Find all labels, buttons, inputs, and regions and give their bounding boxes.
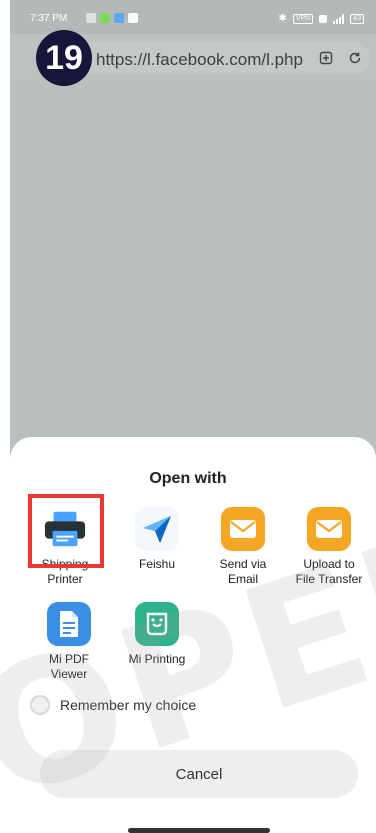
feishu-paper-plane-icon — [135, 507, 179, 551]
bookmark-add-icon[interactable] — [316, 48, 336, 68]
app-send-via-email[interactable]: Send via Email — [198, 507, 288, 587]
app-label-line: Viewer — [50, 667, 88, 681]
app-label: Upload to File Transfer — [284, 557, 374, 587]
app-label-line: File Transfer — [295, 572, 363, 586]
app-notification-icon — [128, 13, 138, 23]
status-bar: 7:37 PM ✱ VPN 43 — [10, 0, 376, 34]
notification-icons — [86, 13, 138, 23]
status-time: 7:37 PM — [30, 13, 68, 24]
app-label-line: Printer — [47, 572, 83, 586]
app-label-line: Send via — [219, 557, 267, 571]
remember-choice-radio[interactable] — [30, 695, 50, 715]
cancel-button[interactable]: Cancel — [40, 750, 358, 798]
app-label: Feishu — [112, 557, 202, 572]
app-feishu[interactable]: Feishu — [112, 507, 202, 572]
mi-printing-icon — [135, 602, 179, 646]
app-mi-printing[interactable]: Mi Printing — [112, 602, 202, 667]
selection-highlight-box — [28, 494, 104, 568]
app-label-line: Feishu — [138, 557, 176, 571]
bluetooth-icon: ✱ — [278, 13, 287, 24]
app-label-line: Mi PDF — [49, 652, 89, 666]
app-label-line: Upload to — [303, 557, 355, 571]
signal-icon — [333, 13, 345, 24]
reload-icon[interactable] — [345, 48, 365, 68]
fan-icon — [86, 13, 96, 23]
mail-envelope-icon — [221, 507, 265, 551]
app-notification-icon — [100, 13, 110, 23]
app-mi-pdf-viewer[interactable]: Mi PDF Viewer — [24, 602, 114, 682]
url-text: https://l.facebook.com/l.php — [96, 50, 303, 69]
app-label: Mi Printing — [112, 652, 202, 667]
sheet-title: Open with — [149, 470, 227, 487]
cloud-icon — [114, 13, 124, 23]
pdf-document-icon — [47, 602, 91, 646]
app-upload-to-file-transfer[interactable]: Upload to File Transfer — [284, 507, 374, 587]
remember-choice-row[interactable]: Remember my choice — [30, 695, 196, 715]
system-icons: ✱ VPN 43 — [278, 13, 364, 24]
gesture-navigation-bar — [128, 828, 270, 833]
app-label-line: Mi Printing — [128, 652, 186, 666]
vpn-icon: VPN — [292, 13, 314, 24]
step-number-badge: 19 — [36, 30, 92, 86]
remember-choice-label: Remember my choice — [60, 697, 197, 713]
app-label: Send via Email — [198, 557, 288, 587]
app-label: Mi PDF Viewer — [24, 652, 114, 682]
mail-envelope-icon — [307, 507, 351, 551]
battery-icon: 43 — [350, 13, 364, 24]
screen-record-icon — [319, 14, 328, 23]
app-label-line: Email — [227, 572, 258, 586]
